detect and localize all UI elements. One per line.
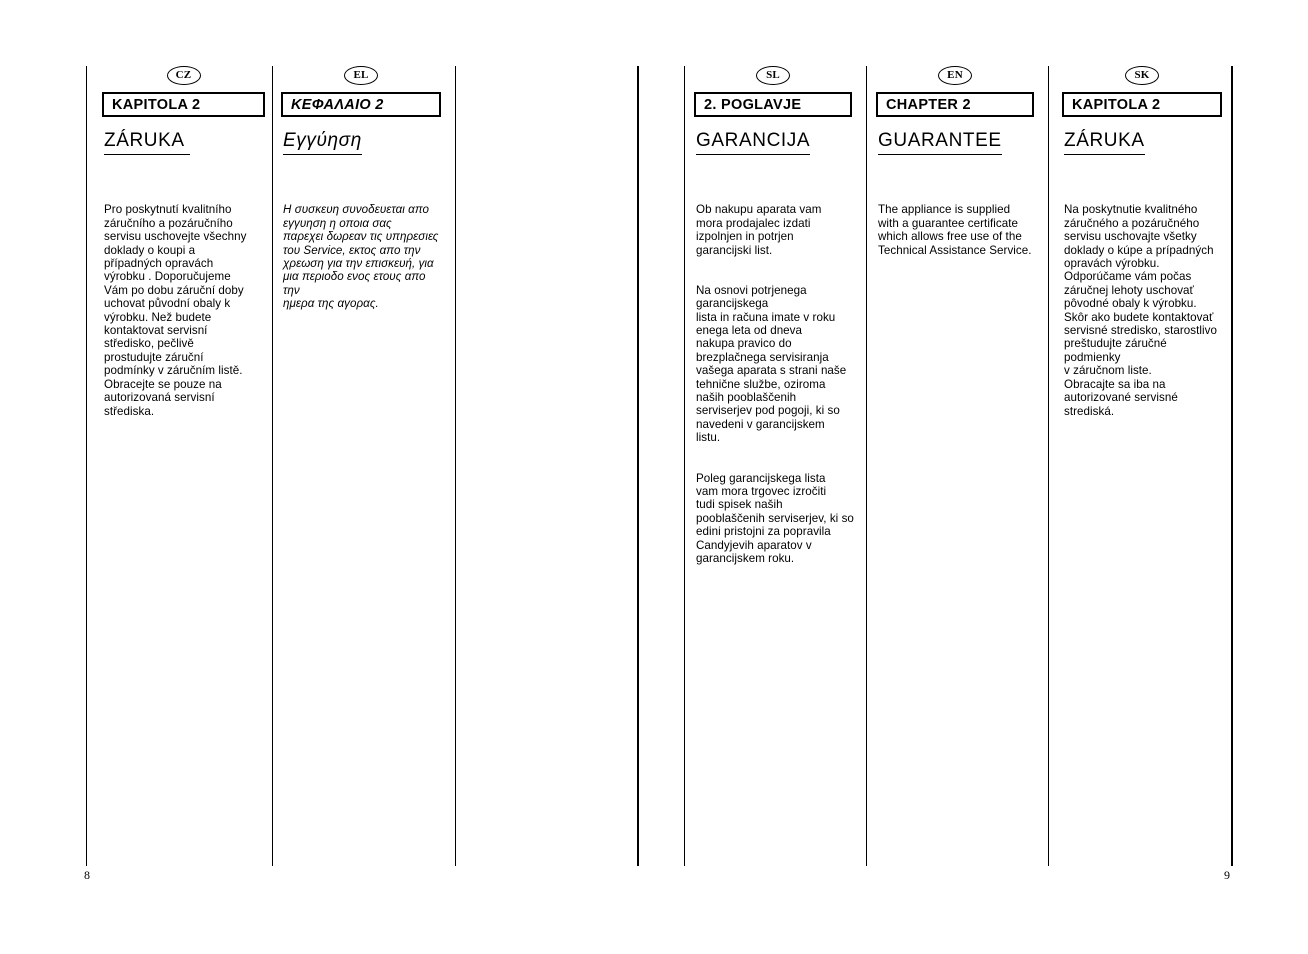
body-text-sl: Ob nakupu aparata vam mora prodajalec iz…	[696, 190, 854, 579]
section-heading-sl: GARANCIJA	[696, 130, 811, 155]
column-rule-sl-en	[866, 66, 867, 866]
page-number-right: 9	[1224, 868, 1230, 882]
column-rule-right-page-outer	[684, 66, 685, 866]
paragraph: The appliance is supplied with a guarant…	[878, 203, 1032, 257]
chapter-title-box-el: ΚΕΦΑΛΑΙΟ 2	[281, 92, 441, 117]
chapter-title-box-en: CHAPTER 2	[876, 92, 1034, 117]
section-heading-cz: ZÁRUKA	[104, 130, 190, 155]
chapter-title-box-cz: KAPITOLA 2	[102, 92, 265, 117]
page-edge-left	[637, 66, 639, 866]
body-text-el: Η συσκευη συνοδευεται απο εγγυηση η οποι…	[283, 190, 443, 324]
language-badge-el: EL	[344, 66, 378, 85]
language-badge-en: EN	[938, 66, 972, 85]
body-text-en: The appliance is supplied with a guarant…	[878, 190, 1036, 270]
section-heading-sk: ZÁRUKA	[1064, 130, 1145, 155]
paragraph: Ob nakupu aparata vam mora prodajalec iz…	[696, 203, 822, 257]
page-edge-right	[1231, 66, 1233, 866]
paragraph: Na poskytnutie kvalitného záručného a po…	[1064, 203, 1217, 418]
column-rule-en-sk	[1048, 66, 1049, 866]
language-badge-sk: SK	[1125, 66, 1159, 85]
paragraph: Na osnovi potrjenega garancijskega lista…	[696, 283, 847, 445]
paragraph: Poleg garancijskega lista vam mora trgov…	[696, 471, 854, 565]
language-badge-sl: SL	[756, 66, 790, 85]
body-text-sk: Na poskytnutie kvalitného záručného a po…	[1064, 190, 1224, 431]
section-heading-el: Εγγύηση	[283, 130, 362, 155]
section-heading-en: GUARANTEE	[878, 130, 1002, 155]
page-number-left: 8	[84, 868, 90, 882]
column-rule-left-page-outer	[86, 66, 87, 866]
paragraph: Pro poskytnutí kvalitního záručního a po…	[104, 203, 247, 418]
chapter-title-box-sl: 2. POGLAVJE	[694, 92, 852, 117]
language-badge-cz: CZ	[166, 66, 201, 85]
column-rule-cz-el	[272, 66, 273, 866]
document-spread: CZ KAPITOLA 2 ZÁRUKA Pro poskytnutí kval…	[0, 0, 1308, 954]
chapter-title-box-sk: KAPITOLA 2	[1062, 92, 1222, 117]
body-text-cz: Pro poskytnutí kvalitního záručního a po…	[104, 190, 267, 431]
column-rule-el-end	[455, 66, 456, 866]
paragraph: Η συσκευη συνοδευεται απο εγγυηση η οποι…	[283, 203, 439, 311]
